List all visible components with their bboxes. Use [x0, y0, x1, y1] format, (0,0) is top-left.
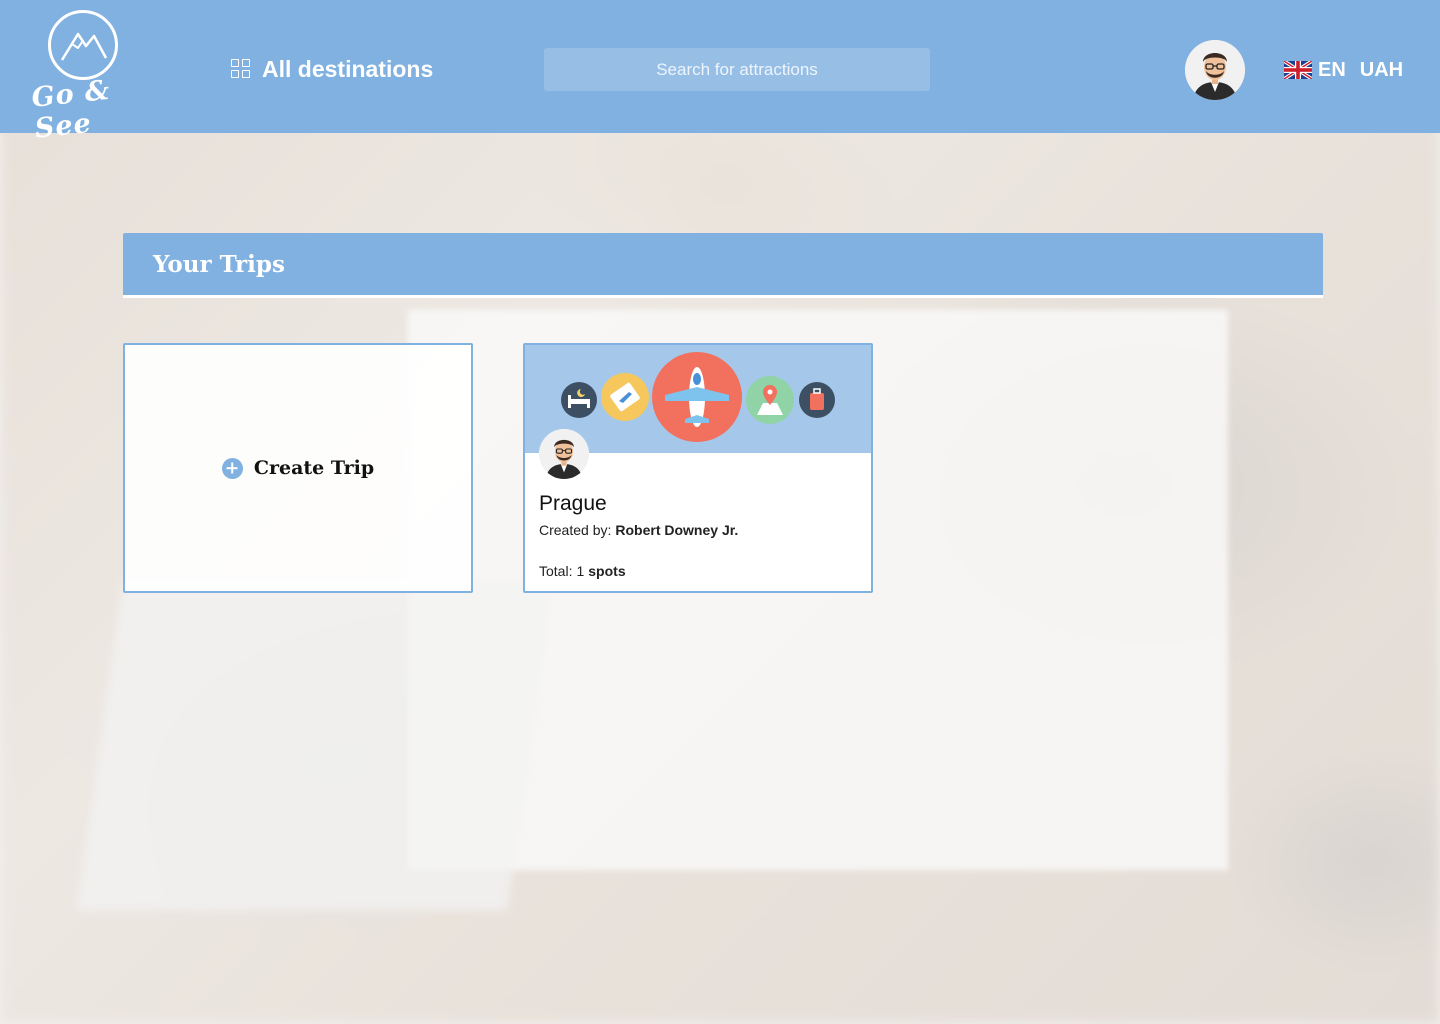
site-logo[interactable]: Go & See: [30, 8, 158, 145]
airplane-icon: [652, 352, 742, 442]
language-currency-switch[interactable]: EN UAH: [1284, 58, 1403, 82]
page-title: Your Trips: [153, 251, 285, 278]
create-trip-card[interactable]: Create Trip: [123, 343, 473, 593]
search-input[interactable]: [544, 48, 930, 91]
creator-name: Robert Downey Jr.: [615, 522, 739, 538]
bed-icon: [561, 382, 597, 418]
suitcase-icon: [799, 382, 835, 418]
currency-label[interactable]: UAH: [1360, 59, 1403, 82]
uk-flag-icon: [1284, 61, 1312, 79]
all-destinations-link[interactable]: All destinations: [231, 54, 433, 84]
spots-label: spots: [588, 563, 626, 579]
user-avatar[interactable]: [1185, 40, 1245, 100]
mountain-logo-icon: [60, 32, 108, 61]
spots-count: 1: [576, 563, 585, 579]
total-label: Total:: [539, 563, 573, 579]
ticket-icon: [601, 373, 649, 421]
trip-creator: Created by: Robert Downey Jr.: [539, 522, 738, 538]
trip-name[interactable]: Prague: [539, 492, 607, 516]
all-destinations-label: All destinations: [262, 55, 434, 82]
create-trip-label: Create Trip: [253, 457, 375, 479]
trip-card[interactable]: Prague Created by: Robert Downey Jr. Tot…: [523, 343, 873, 593]
create-trip-button[interactable]: Create Trip: [125, 345, 471, 591]
plus-icon: [221, 457, 243, 479]
map-pin-icon: [746, 376, 794, 424]
created-by-label: Created by:: [539, 522, 612, 538]
your-trips-header: Your Trips: [123, 233, 1323, 298]
trip-creator-avatar: [539, 429, 589, 479]
top-header: Go & See All destinations Search for att…: [0, 0, 1440, 145]
trip-total: Total: 1 spots: [539, 563, 626, 579]
avatar-portrait-icon: [539, 429, 589, 479]
language-label: EN: [1318, 58, 1346, 81]
avatar-portrait-icon: [1185, 40, 1245, 100]
grid-icon: [231, 59, 251, 79]
